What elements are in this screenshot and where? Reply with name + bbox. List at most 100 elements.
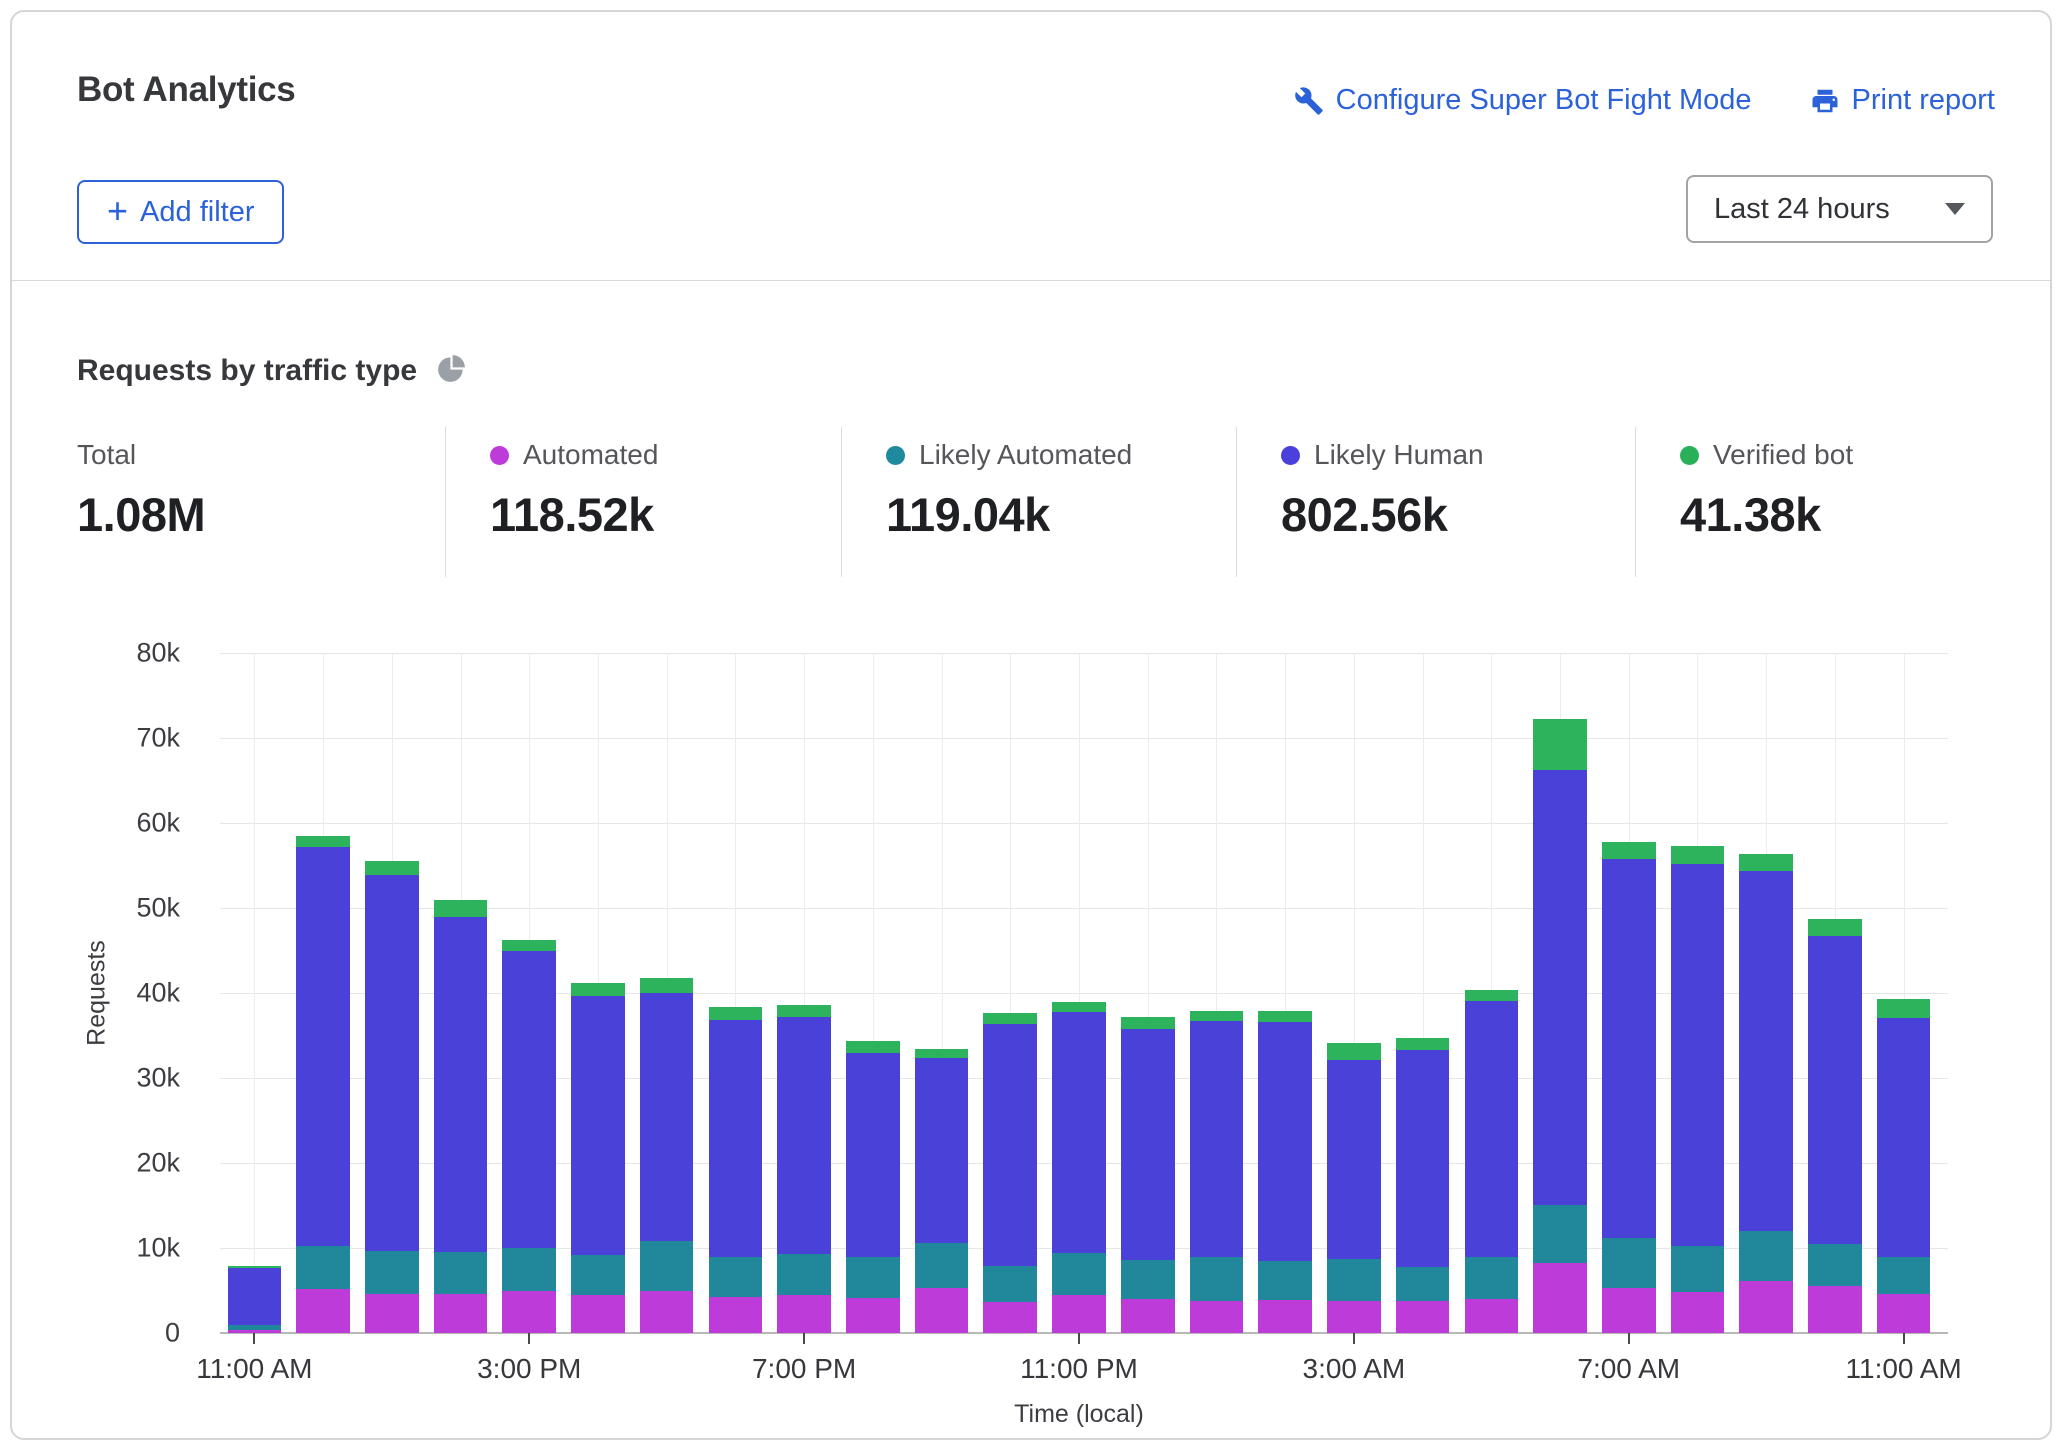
bar-segment-verified-bot bbox=[364, 861, 419, 875]
bar-segment-likely-human bbox=[1464, 1000, 1519, 1257]
bar-segment-likely-automated bbox=[1601, 1237, 1656, 1288]
bar-segment-verified-bot bbox=[1739, 853, 1793, 871]
stacked-bar-6[interactable] bbox=[639, 653, 694, 1333]
stacked-bar-8[interactable] bbox=[777, 653, 831, 1333]
bar-segment-likely-human bbox=[1876, 1017, 1931, 1258]
bar-slot-9 bbox=[838, 653, 907, 1333]
stacked-bar-22[interactable] bbox=[1739, 653, 1793, 1333]
bar-segment-likely-automated bbox=[1395, 1266, 1450, 1301]
bar-segment-verified-bot bbox=[296, 835, 350, 847]
stacked-bar-21[interactable] bbox=[1670, 653, 1725, 1333]
bar-segment-likely-automated bbox=[364, 1250, 419, 1294]
stacked-bar-7[interactable] bbox=[708, 653, 763, 1333]
stacked-bar-2[interactable] bbox=[364, 653, 419, 1333]
stat-label-text: Total bbox=[77, 439, 137, 470]
section-title-row: Requests by traffic type bbox=[77, 354, 466, 388]
bar-slot-6 bbox=[632, 653, 701, 1333]
bar-slot-7 bbox=[701, 653, 770, 1333]
stacked-bar-13[interactable] bbox=[1120, 653, 1175, 1333]
stacked-bar-11[interactable] bbox=[983, 653, 1038, 1333]
verified-bot-legend-dot-icon bbox=[1680, 445, 1699, 465]
stacked-bar-14[interactable] bbox=[1189, 653, 1244, 1333]
bar-segment-likely-human bbox=[1808, 936, 1862, 1244]
page-title: Bot Analytics bbox=[77, 70, 296, 109]
bar-segment-likely-automated bbox=[914, 1242, 969, 1288]
stacked-bar-0[interactable] bbox=[227, 653, 282, 1333]
y-tick-label: 50k bbox=[136, 892, 180, 923]
configure-super-bot-fight-mode-link[interactable]: Configure Super Bot Fight Mode bbox=[1294, 84, 1752, 117]
x-tick-label: 7:00 PM bbox=[751, 1353, 857, 1384]
print-report-link[interactable]: Print report bbox=[1810, 84, 1995, 117]
bar-segment-verified-bot bbox=[1808, 919, 1862, 937]
stat-label: Likely Human bbox=[1281, 439, 1635, 471]
bar-segment-likely-automated bbox=[1052, 1253, 1106, 1295]
bar-segment-automated bbox=[502, 1291, 557, 1333]
stacked-bar-4[interactable] bbox=[502, 653, 557, 1333]
bar-segment-likely-human bbox=[1739, 870, 1793, 1232]
stat-label: Likely Automated bbox=[886, 439, 1236, 471]
plus-icon: + bbox=[107, 189, 129, 231]
bar-segment-likely-automated bbox=[1327, 1259, 1381, 1301]
stacked-bar-16[interactable] bbox=[1327, 653, 1381, 1333]
bar-segment-likely-automated bbox=[1739, 1231, 1793, 1282]
bar-segment-likely-human bbox=[502, 951, 557, 1249]
bar-segment-automated bbox=[1395, 1300, 1450, 1333]
bar-slot-1 bbox=[289, 653, 358, 1333]
time-range-select[interactable]: Last 24 hours bbox=[1686, 175, 1993, 243]
stacked-bar-10[interactable] bbox=[914, 653, 969, 1333]
stacked-bar-9[interactable] bbox=[846, 653, 900, 1333]
wrench-icon bbox=[1294, 86, 1324, 116]
stacked-bar-5[interactable] bbox=[571, 653, 625, 1333]
stat-value: 118.52k bbox=[490, 488, 654, 541]
add-filter-button[interactable]: + Add filter bbox=[77, 180, 285, 244]
stacked-bar-24[interactable] bbox=[1876, 653, 1931, 1333]
stacked-bar-17[interactable] bbox=[1395, 653, 1450, 1333]
bar-segment-automated bbox=[1464, 1299, 1519, 1333]
x-tick-mark bbox=[528, 1333, 531, 1344]
bar-segment-likely-automated bbox=[708, 1257, 763, 1298]
card-header: Bot Analytics Configure Super Bot Fight … bbox=[12, 12, 2050, 281]
bar-segment-automated bbox=[1670, 1292, 1725, 1333]
stacked-bar-15[interactable] bbox=[1258, 653, 1312, 1333]
bar-segment-automated bbox=[1052, 1294, 1106, 1333]
stacked-bar-20[interactable] bbox=[1601, 653, 1656, 1333]
x-tick-mark bbox=[1627, 1333, 1630, 1344]
bar-slot-23 bbox=[1801, 653, 1870, 1333]
bar-segment-automated bbox=[639, 1291, 694, 1333]
bar-segment-verified-bot bbox=[1533, 719, 1587, 771]
stacked-bar-23[interactable] bbox=[1808, 653, 1862, 1333]
stacked-bar-19[interactable] bbox=[1533, 653, 1587, 1333]
stacked-bar-18[interactable] bbox=[1464, 653, 1519, 1333]
likely-automated-legend-dot-icon bbox=[886, 445, 905, 465]
bar-segment-likely-human bbox=[1601, 858, 1656, 1238]
stat-block-likely-human[interactable]: Likely Human 802.56k bbox=[1236, 427, 1635, 577]
stat-block-likely-automated[interactable]: Likely Automated 119.04k bbox=[841, 427, 1236, 577]
y-tick-label: 30k bbox=[136, 1062, 180, 1093]
x-axis-title: Time (local) bbox=[1014, 1400, 1144, 1428]
pie-chart-icon bbox=[437, 354, 466, 388]
bar-segment-likely-human bbox=[708, 1020, 763, 1258]
stat-label-text: Verified bot bbox=[1713, 439, 1854, 470]
stat-block-verified-bot[interactable]: Verified bot 41.38k bbox=[1635, 427, 2010, 577]
bar-segment-likely-human bbox=[1670, 863, 1725, 1247]
chevron-down-icon bbox=[1945, 203, 1965, 215]
stacked-bar-1[interactable] bbox=[296, 653, 350, 1333]
bar-slot-18 bbox=[1457, 653, 1526, 1333]
bar-segment-automated bbox=[1739, 1281, 1793, 1333]
x-tick-label: 11:00 AM bbox=[196, 1353, 313, 1384]
stacked-bar-12[interactable] bbox=[1052, 653, 1106, 1333]
bar-segment-likely-automated bbox=[1670, 1246, 1725, 1293]
bar-slot-11 bbox=[976, 653, 1045, 1333]
bar-segment-automated bbox=[1327, 1300, 1381, 1333]
bar-segment-automated bbox=[227, 1329, 282, 1333]
stat-label: Total bbox=[77, 439, 445, 471]
bar-segment-automated bbox=[1189, 1300, 1244, 1333]
stat-block-automated[interactable]: Automated 118.52k bbox=[445, 427, 841, 577]
bar-slot-8 bbox=[770, 653, 839, 1333]
stacked-bar-3[interactable] bbox=[433, 653, 488, 1333]
bar-segment-likely-automated bbox=[846, 1256, 900, 1299]
bar-slot-20 bbox=[1594, 653, 1663, 1333]
bar-segment-verified-bot bbox=[502, 940, 557, 952]
configure-link-label: Configure Super Bot Fight Mode bbox=[1335, 84, 1752, 116]
bar-segment-automated bbox=[983, 1302, 1038, 1333]
